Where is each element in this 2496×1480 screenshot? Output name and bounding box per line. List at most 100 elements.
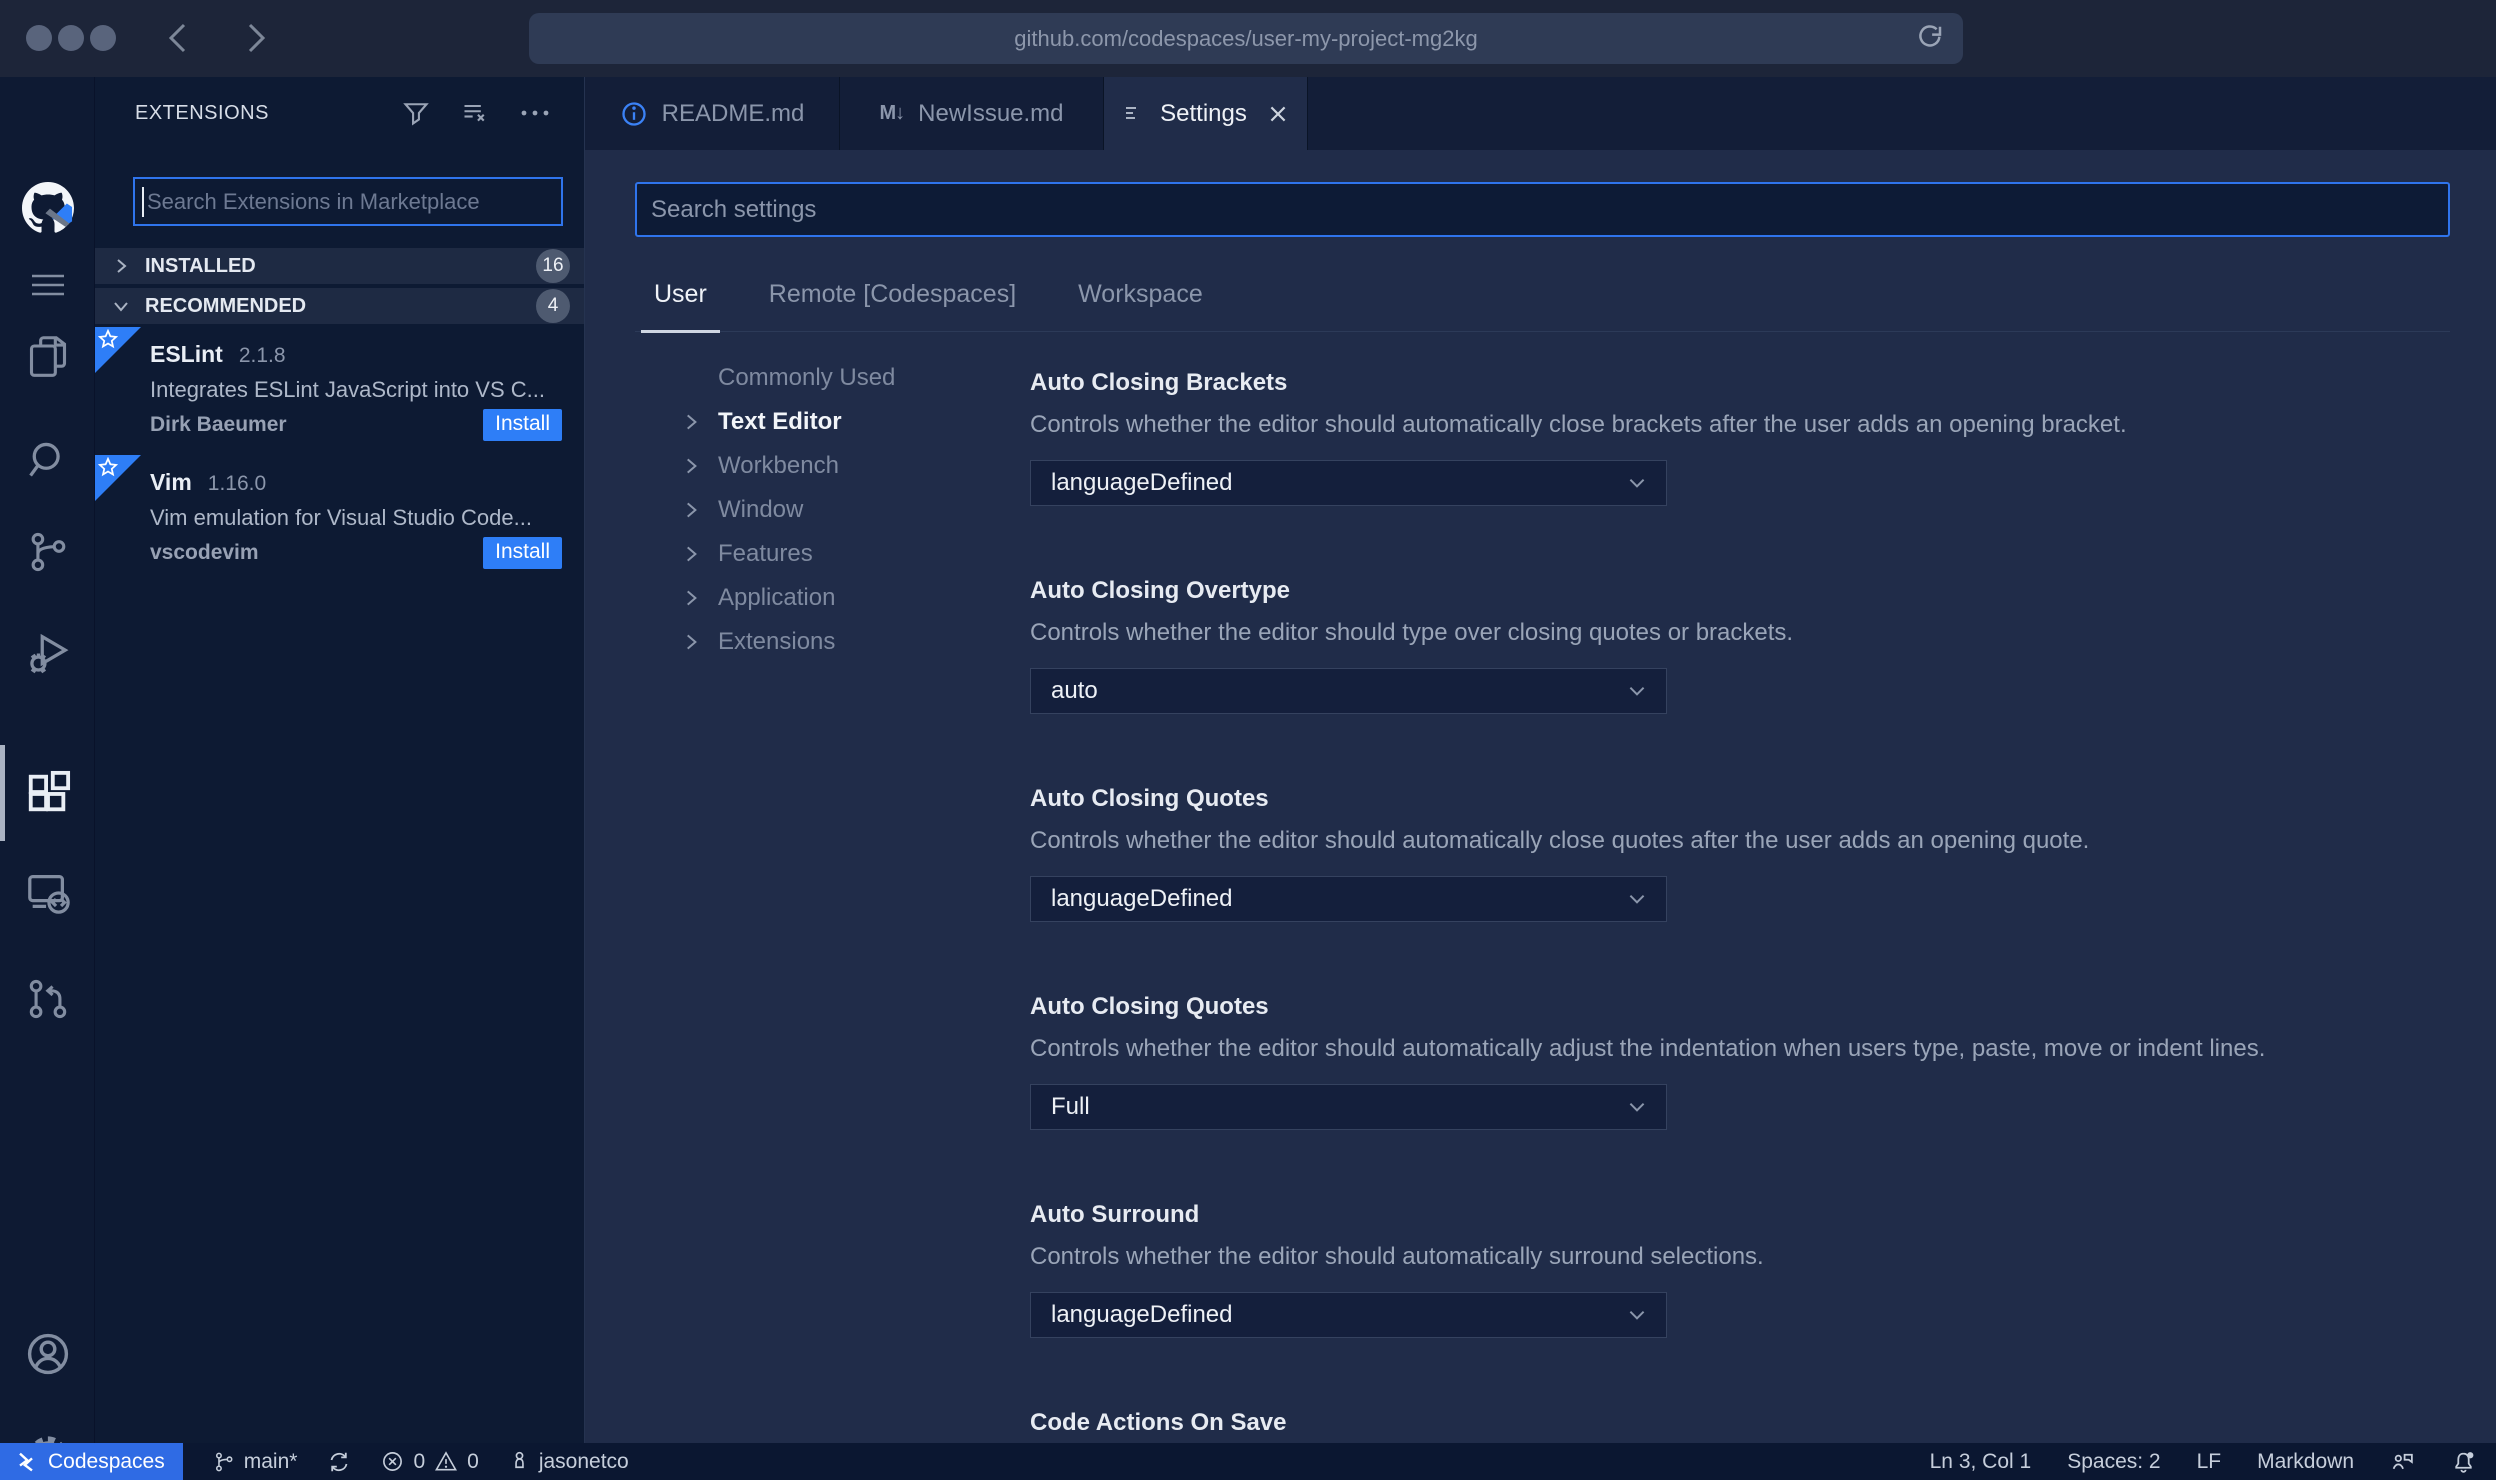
window-minimize-button[interactable]: [58, 25, 84, 51]
chevron-down-icon: [1626, 472, 1648, 494]
language-mode-status[interactable]: Markdown: [2257, 1450, 2354, 1474]
chevron-down-icon: [111, 296, 131, 316]
settings-search-input[interactable]: [635, 182, 2450, 237]
problems-status[interactable]: 0 0: [381, 1450, 479, 1474]
errors-icon: [383, 1452, 403, 1471]
toc-commonly-used[interactable]: Commonly Used: [635, 356, 1030, 400]
user-status[interactable]: jasonetco: [509, 1450, 629, 1474]
status-bar: Codespaces main* 0 0 jasonetco Ln 3, Col…: [0, 1443, 2496, 1480]
extensions-icon[interactable]: [0, 753, 95, 833]
install-button[interactable]: Install: [483, 537, 562, 569]
tab-readme[interactable]: README.md: [585, 77, 840, 150]
toc-window[interactable]: Window: [635, 488, 1030, 532]
explorer-icon[interactable]: [0, 317, 95, 397]
source-control-icon[interactable]: [0, 512, 95, 592]
setting-title: Auto Closing Brackets: [1030, 369, 1288, 396]
editor-tab-bar: README.md M↓ NewIssue.md Settings: [585, 77, 2496, 150]
notifications-bell-icon[interactable]: [2451, 1449, 2476, 1475]
setting-title: Auto Surround: [1030, 1201, 1200, 1228]
settings-editor-icon: [1126, 106, 1137, 119]
cursor-position-status[interactable]: Ln 3, Col 1: [1930, 1450, 2032, 1474]
settings-scope-tabs: User Remote [Codespaces] Workspace: [635, 258, 2450, 333]
remote-indicator[interactable]: Codespaces: [0, 1443, 183, 1480]
tab-newissue[interactable]: M↓ NewIssue.md: [840, 77, 1104, 150]
warnings-icon: [435, 1451, 458, 1471]
browser-back-button[interactable]: [158, 18, 198, 58]
extension-version: 1.16.0: [207, 472, 267, 495]
sync-status[interactable]: [327, 1450, 351, 1474]
settings-list: Auto Closing Brackets Controls whether t…: [1030, 332, 2450, 1443]
run-debug-icon[interactable]: [0, 612, 95, 692]
install-button[interactable]: Install: [483, 409, 562, 441]
tab-settings[interactable]: Settings: [1104, 77, 1308, 150]
toc-workbench[interactable]: Workbench: [635, 444, 1030, 488]
setting-title: Auto Closing Quotes: [1030, 785, 1269, 812]
filter-icon[interactable]: [402, 99, 430, 127]
setting-value-dropdown[interactable]: languageDefined: [1030, 876, 1667, 922]
window-zoom-button[interactable]: [90, 25, 116, 51]
branch-status[interactable]: main*: [213, 1450, 297, 1474]
toc-features[interactable]: Features: [635, 532, 1030, 576]
chevron-right-icon: [680, 411, 706, 433]
scope-tab-user[interactable]: User: [641, 258, 720, 333]
browser-window: github.com/codespaces/user-my-project-mg…: [0, 0, 2496, 1480]
setting-value-dropdown[interactable]: Full: [1030, 1084, 1667, 1130]
extension-version: 2.1.8: [238, 344, 286, 367]
more-actions-icon[interactable]: [520, 108, 550, 118]
activity-bar: [0, 77, 95, 1474]
reload-icon[interactable]: [1915, 23, 1945, 53]
section-label: INSTALLED: [145, 254, 256, 277]
setting-value-dropdown[interactable]: languageDefined: [1030, 1292, 1667, 1338]
menu-icon[interactable]: [0, 245, 95, 325]
close-icon[interactable]: [1267, 103, 1289, 125]
installed-count-badge: 16: [536, 249, 570, 283]
tab-label: Settings: [1160, 99, 1247, 127]
toc-extensions[interactable]: Extensions: [635, 620, 1030, 664]
setting-auto-closing-quotes: Auto Closing Quotes Controls whether the…: [1030, 786, 2450, 922]
chevron-right-icon: [680, 455, 706, 477]
browser-forward-button[interactable]: [236, 18, 276, 58]
indentation-status[interactable]: Spaces: 2: [2067, 1450, 2160, 1474]
section-recommended[interactable]: RECOMMENDED 4: [95, 288, 584, 324]
setting-value-dropdown[interactable]: auto: [1030, 668, 1667, 714]
extension-card-eslint[interactable]: ESLint 2.1.8 Integrates ESLint JavaScrip…: [95, 327, 584, 452]
tab-label: NewIssue.md: [918, 99, 1064, 127]
remote-icon: [19, 1452, 33, 1471]
chevron-down-icon: [1626, 1304, 1648, 1326]
extension-name: Vim: [150, 469, 192, 495]
extensions-search-placeholder: Search Extensions in Marketplace: [147, 188, 480, 214]
extension-description: Vim emulation for Visual Studio Code...: [150, 505, 532, 530]
url-text: github.com/codespaces/user-my-project-mg…: [1014, 25, 1478, 51]
extension-author: vscodevim: [150, 541, 259, 564]
toc-text-editor[interactable]: Text Editor: [635, 400, 1030, 444]
eol-status[interactable]: LF: [2197, 1450, 2222, 1474]
search-icon[interactable]: [0, 420, 95, 500]
extension-card-vim[interactable]: Vim 1.16.0 Vim emulation for Visual Stud…: [95, 455, 584, 580]
remote-explorer-icon[interactable]: [0, 852, 95, 932]
feedback-icon[interactable]: [2390, 1449, 2415, 1474]
setting-auto-closing-brackets: Auto Closing Brackets Controls whether t…: [1030, 370, 2450, 506]
markdown-icon: M↓: [879, 102, 905, 124]
git-branch-icon: [215, 1452, 233, 1471]
github-codespaces-logo-icon: [0, 168, 95, 248]
section-label: RECOMMENDED: [145, 294, 307, 317]
account-icon[interactable]: [0, 1314, 95, 1394]
window-controls: [26, 25, 116, 51]
scope-tab-remote[interactable]: Remote [Codespaces]: [756, 258, 1029, 332]
pull-requests-icon[interactable]: [0, 959, 95, 1039]
setting-value-dropdown[interactable]: languageDefined: [1030, 460, 1667, 506]
chevron-down-icon: [1626, 888, 1648, 910]
address-bar[interactable]: github.com/codespaces/user-my-project-mg…: [529, 13, 1963, 64]
section-installed[interactable]: INSTALLED 16: [95, 248, 584, 284]
clear-extensions-search-icon[interactable]: [460, 99, 490, 127]
toc-application[interactable]: Application: [635, 576, 1030, 620]
setting-description: Controls whether the editor should type …: [1030, 619, 1794, 646]
person-icon: [515, 1451, 524, 1469]
extensions-search-input[interactable]: Search Extensions in Marketplace: [133, 177, 563, 226]
info-icon: [621, 101, 646, 126]
window-close-button[interactable]: [26, 25, 52, 51]
recommended-star-ribbon-icon: [95, 455, 141, 501]
scope-tab-workspace[interactable]: Workspace: [1065, 258, 1216, 332]
chevron-down-icon: [1626, 680, 1648, 702]
extensions-sidebar: EXTENSIONS Search Extensions in Marketpl…: [95, 77, 585, 1443]
